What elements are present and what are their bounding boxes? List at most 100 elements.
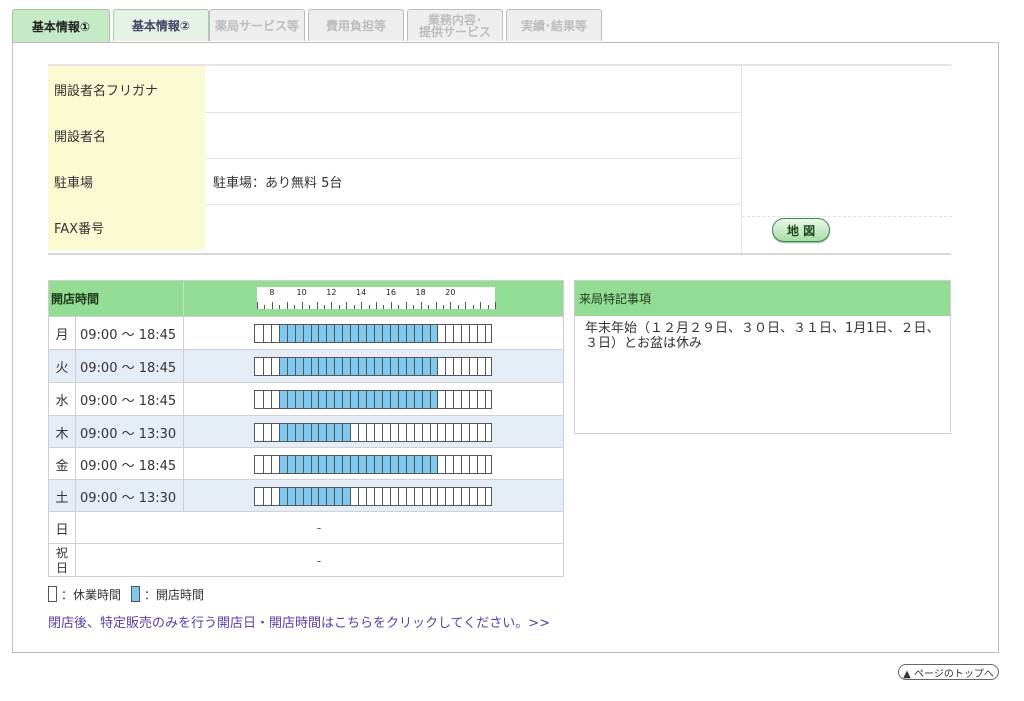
closed-slot [485,424,493,441]
tab-basic-info-2[interactable]: 基本情報② [113,9,209,41]
day-label: 日 [49,512,76,544]
open-slot [334,358,343,375]
closed-slot [270,391,279,408]
open-slot [310,488,319,505]
open-slot [358,358,367,375]
open-slot [413,456,422,473]
open-slot [326,488,335,505]
closed-slot [374,424,382,441]
closed-slot [469,325,477,342]
closed-slot [461,488,469,505]
open-slot [405,358,414,375]
open-slot [342,325,351,342]
open-slot [302,424,311,441]
map-button[interactable]: 地 図 [772,218,830,242]
closed-slot [453,358,461,375]
closed-slot [445,391,453,408]
open-slot [374,325,382,342]
closed-slot [461,358,469,375]
ruler-tick [368,305,370,309]
divider [183,480,184,512]
closed-slot [469,358,477,375]
tab-pharmacy-services[interactable]: 薬局サービス等 [209,9,305,41]
closed-slot [413,424,422,441]
open-slot [389,391,398,408]
closed-slot [366,424,374,441]
ruler-tick [457,305,459,309]
day-label: 土 [49,480,76,512]
ruler-tick [465,302,467,309]
open-slot [286,391,295,408]
open-slot [413,358,422,375]
hours-bar [254,455,492,474]
hours-legend: ：休業時間 ：開店時間 [48,583,214,605]
open-slot [278,456,287,473]
open-slot [318,391,327,408]
open-slot [302,456,311,473]
closed-slot [270,488,279,505]
open-slot [397,358,406,375]
notes-header: 来局特記事項 [575,281,950,316]
hours-header: 開店時間 8 10 12 14 16 18 20 [49,281,563,316]
open-slot [374,391,382,408]
ruler-tick [487,305,489,309]
open-slot [302,358,311,375]
closed-slot [453,488,461,505]
hours-bar [254,487,492,506]
open-slot [294,424,303,441]
after-hours-sales-link[interactable]: 閉店後、特定販売のみを行う開店日・開店時間はこちらをクリックしてください。>> [48,612,550,631]
open-slot [421,391,430,408]
open-slot [342,456,351,473]
open-slot [334,325,343,342]
ruler-label: 8 [269,288,275,297]
ruler-label: 16 [385,288,396,297]
closed-slot [485,358,493,375]
open-slot [350,391,359,408]
ruler-tick [323,305,325,309]
open-slot [358,456,367,473]
info-label: 駐車場 [48,158,205,204]
closed-slot [270,358,279,375]
notes-body: 年末年始（１２月２９日、３０日、３１日、1月1日、２日、３日）とお盆は休み [585,321,940,351]
closed-slot [381,488,390,505]
tab-results[interactable]: 実績･結果等 [506,9,602,41]
closed-slot [485,325,493,342]
open-swatch [131,586,141,602]
open-slot [286,456,295,473]
closed-slot [262,424,271,441]
closed-slot [413,488,422,505]
ruler-tick [316,302,318,309]
open-slot [381,325,390,342]
open-slot [429,456,438,473]
ruler-tick [264,305,266,309]
open-slot [374,358,382,375]
hours-header-label: 開店時間 [51,292,100,306]
open-slot [278,358,287,375]
ruler-label: 14 [356,288,367,297]
open-slot [342,424,351,441]
open-slot [286,325,295,342]
tab-business-services[interactable]: 業務内容･ 提供サービス [407,9,503,41]
open-slot [421,358,430,375]
closed-slot [477,424,485,441]
open-slot [286,358,295,375]
ruler-label: 20 [445,288,456,297]
open-slot [326,456,335,473]
closed-slot [389,488,398,505]
info-label: 開設者名 [48,112,205,158]
day-label: 水 [49,383,76,415]
tab-cost-burden[interactable]: 費用負担等 [308,9,404,41]
open-slot [326,358,335,375]
page-top-button[interactable]: ▲ ページのトップへ [898,664,999,680]
closed-slot [255,358,263,375]
open-slot [286,424,295,441]
open-slot [397,391,406,408]
open-slot [278,325,287,342]
open-slot [405,456,414,473]
open-slot [318,488,327,505]
open-slot [342,488,351,505]
tab-basic-info-1[interactable]: 基本情報① [12,9,110,43]
closed-swatch [48,586,57,602]
ruler-tick [420,302,422,309]
open-slot [358,325,367,342]
